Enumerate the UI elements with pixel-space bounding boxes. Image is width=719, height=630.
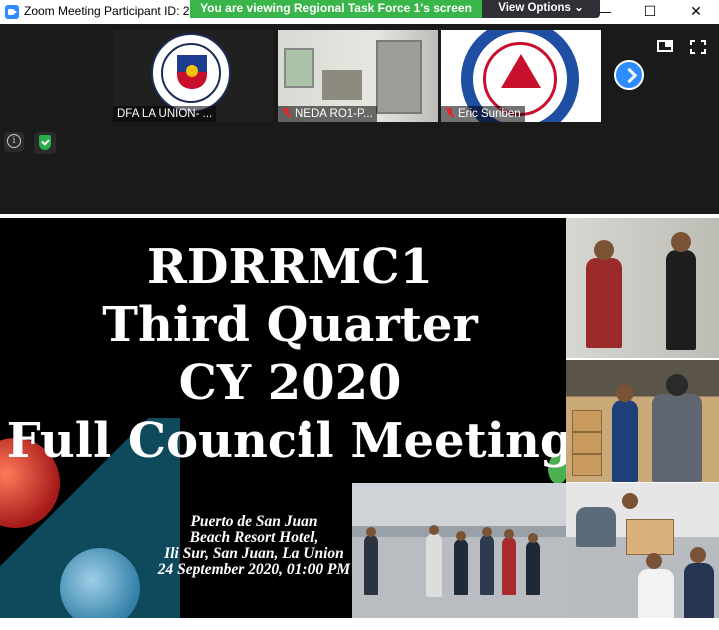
venue-line: Puerto de San Juan bbox=[190, 513, 318, 530]
volunteers-photo bbox=[566, 483, 719, 618]
view-options-button[interactable]: View Options ⌄ bbox=[482, 0, 600, 18]
shield-check-icon[interactable] bbox=[34, 132, 56, 154]
participant-tile[interactable]: Eric Suriben bbox=[441, 30, 601, 122]
bottom-edge bbox=[0, 618, 719, 630]
participant-name: NEDA RO1-P... bbox=[295, 108, 373, 120]
slide-title-line: RDRRMC1 bbox=[146, 239, 434, 295]
info-icon[interactable] bbox=[4, 132, 24, 152]
close-button[interactable]: ✕ bbox=[673, 0, 719, 24]
dfa-seal-video bbox=[151, 33, 231, 113]
zoom-app-icon bbox=[5, 5, 19, 19]
venue-line: Ili Sur, San Juan, La Union bbox=[164, 545, 344, 562]
venue-line: Beach Resort Hotel, bbox=[189, 529, 319, 546]
maximize-button[interactable]: ☐ bbox=[627, 0, 673, 24]
officials-photo bbox=[566, 218, 719, 358]
participant-tile[interactable]: DFA LA UNION- ... bbox=[113, 30, 273, 122]
participant-name-label: DFA LA UNION- ... bbox=[113, 106, 217, 122]
relief-goods-photo bbox=[566, 360, 719, 482]
slide-title-line: Full Council Meeting bbox=[6, 413, 566, 469]
share-viewing-banner: You are viewing Regional Task Force 1's … bbox=[190, 0, 482, 18]
slide-title-line: Third Quarter bbox=[102, 297, 478, 353]
slide-title: RDRRMC1 Third Quarter CY 2020 Full Counc… bbox=[0, 238, 566, 470]
participant-name: Eric Suriben bbox=[458, 108, 521, 120]
slide-venue: Puerto de San Juan Beach Resort Hotel, I… bbox=[150, 514, 358, 578]
muted-mic-icon bbox=[445, 108, 455, 118]
venue-line: 24 September 2020, 01:00 PM bbox=[157, 561, 351, 578]
title-bar: Zoom Meeting Participant ID: 2 — ☐ ✕ You… bbox=[0, 0, 719, 24]
window-title: Zoom Meeting Participant ID: 2 bbox=[24, 4, 190, 18]
muted-mic-icon bbox=[282, 108, 292, 118]
participant-gallery: DFA LA UNION- ... NEDA RO1-P... Eric Sur… bbox=[0, 24, 719, 214]
chevron-right-icon[interactable] bbox=[614, 60, 644, 90]
participant-name-label: NEDA RO1-P... bbox=[278, 106, 377, 122]
virus-graphic bbox=[60, 548, 140, 618]
shared-screen: RDRRMC1 Third Quarter CY 2020 Full Counc… bbox=[0, 214, 719, 630]
slide-title-line: CY 2020 bbox=[178, 355, 402, 411]
meeting-hall-photo bbox=[352, 483, 566, 618]
participant-tile[interactable]: NEDA RO1-P... bbox=[278, 30, 438, 122]
participant-name-label: Eric Suriben bbox=[441, 106, 525, 122]
fullscreen-icon[interactable] bbox=[690, 40, 706, 54]
layout-icon[interactable] bbox=[657, 40, 673, 52]
participant-name: DFA LA UNION- ... bbox=[117, 108, 213, 120]
